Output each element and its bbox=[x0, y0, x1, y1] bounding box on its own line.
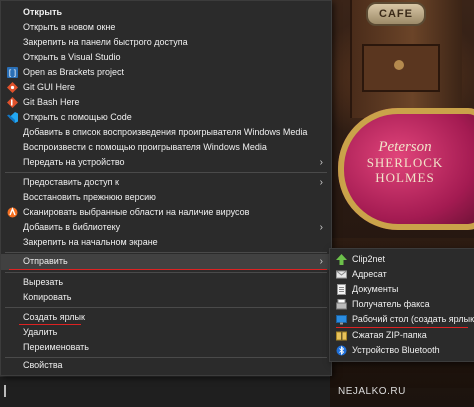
menu-item-label: Создать ярлык bbox=[23, 312, 85, 322]
documents-icon bbox=[336, 284, 347, 295]
tin-brand: Peterson bbox=[378, 139, 432, 155]
menu-item-open-visual-studio[interactable]: Открыть в Visual Studio bbox=[1, 50, 331, 65]
chevron-right-icon: › bbox=[319, 222, 323, 233]
menu-item-add-to-library[interactable]: Добавить в библиотеку › bbox=[1, 220, 331, 235]
submenu-item-documents[interactable]: Документы bbox=[330, 282, 474, 297]
submenu-item-fax-recipient[interactable]: Получатель факса bbox=[330, 297, 474, 312]
menu-item-git-gui[interactable]: Git GUI Here bbox=[1, 80, 331, 95]
submenu-item-bluetooth[interactable]: Устройство Bluetooth bbox=[330, 343, 474, 358]
menu-item-scan-viruses[interactable]: Сканировать выбранные области на наличие… bbox=[1, 205, 331, 220]
menu-item-label: Git Bash Here bbox=[23, 97, 80, 107]
menu-item-give-access[interactable]: Предоставить доступ к › bbox=[1, 175, 331, 190]
menu-item-label: Сканировать выбранные области на наличие… bbox=[23, 207, 250, 217]
send-to-submenu: Clip2net Адресат Документы Получатель фа… bbox=[329, 248, 474, 362]
menu-item-label: Удалить bbox=[23, 327, 58, 337]
chevron-right-icon: › bbox=[319, 177, 323, 188]
submenu-item-label: Сжатая ZIP-папка bbox=[352, 330, 427, 340]
submenu-item-zip-folder[interactable]: Сжатая ZIP-папка bbox=[330, 328, 474, 343]
menu-item-label: Закрепить на начальном экране bbox=[23, 237, 158, 247]
watermark: NEJALKO.RU bbox=[338, 386, 406, 397]
menu-item-play-wmp[interactable]: Воспроизвести с помощью проигрывателя Wi… bbox=[1, 140, 331, 155]
vscode-icon bbox=[7, 112, 18, 123]
menu-item-label: Открыть в Visual Studio bbox=[23, 52, 121, 62]
submenu-item-clip2net[interactable]: Clip2net bbox=[330, 252, 474, 267]
menu-item-create-shortcut[interactable]: Создать ярлык bbox=[1, 310, 331, 325]
menu-item-add-wmp-playlist[interactable]: Добавить в список воспроизведения проигр… bbox=[1, 125, 331, 140]
menu-item-label: Восстановить прежнюю версию bbox=[23, 192, 156, 202]
grinder-knob bbox=[394, 60, 404, 70]
menu-item-label: Передать на устройство bbox=[23, 157, 125, 167]
chevron-right-icon: › bbox=[319, 157, 323, 168]
menu-item-pin-quick-access[interactable]: Закрепить на панели быстрого доступа bbox=[1, 35, 331, 50]
menu-item-open-brackets[interactable]: [] Open as Brackets project bbox=[1, 65, 331, 80]
menu-item-label: Git GUI Here bbox=[23, 82, 76, 92]
menu-item-label: Вырезать bbox=[23, 277, 64, 287]
menu-item-open[interactable]: Открыть bbox=[1, 5, 331, 20]
menu-separator bbox=[5, 172, 327, 173]
fax-icon bbox=[336, 299, 347, 310]
menu-item-label: Закрепить на панели быстрого доступа bbox=[23, 37, 188, 47]
submenu-item-label: Рабочий стол (создать ярлык) bbox=[352, 314, 474, 324]
mail-recipient-icon bbox=[336, 269, 347, 280]
menu-item-properties[interactable]: Свойства bbox=[1, 358, 331, 373]
menu-item-label: Копировать bbox=[23, 292, 72, 302]
menu-item-label: Open as Brackets project bbox=[23, 67, 125, 77]
submenu-item-label: Получатель факса bbox=[352, 299, 430, 309]
taskbar-search-area[interactable] bbox=[0, 376, 330, 407]
menu-item-label: Открыть в новом окне bbox=[23, 22, 116, 32]
text-caret bbox=[4, 385, 6, 397]
submenu-item-label: Устройство Bluetooth bbox=[352, 345, 440, 355]
menu-item-label: Воспроизвести с помощью проигрывателя Wi… bbox=[23, 142, 267, 152]
menu-separator bbox=[5, 252, 327, 253]
tin-line-3: HOLMES bbox=[375, 170, 435, 185]
svg-text:[]: [] bbox=[8, 69, 18, 78]
menu-item-cast-to-device[interactable]: Передать на устройство › bbox=[1, 155, 331, 170]
menu-item-cut[interactable]: Вырезать bbox=[1, 275, 331, 290]
tin-line-2: SHERLOCK bbox=[366, 155, 444, 170]
menu-item-send-to[interactable]: Отправить › bbox=[1, 254, 331, 270]
menu-item-label: Переименовать bbox=[23, 342, 89, 352]
menu-item-label: Добавить в список воспроизведения проигр… bbox=[23, 127, 308, 137]
menu-item-label: Отправить bbox=[23, 256, 68, 266]
menu-item-label: Открыть с помощью Code bbox=[23, 112, 132, 122]
bluetooth-icon bbox=[336, 345, 347, 356]
submenu-item-label: Документы bbox=[352, 284, 399, 294]
menu-item-label: Предоставить доступ к bbox=[23, 177, 119, 187]
menu-item-pin-start[interactable]: Закрепить на начальном экране bbox=[1, 235, 331, 250]
menu-separator bbox=[5, 307, 327, 308]
menu-item-open-code[interactable]: Открыть с помощью Code bbox=[1, 110, 331, 125]
menu-item-rename[interactable]: Переименовать bbox=[1, 340, 331, 355]
zip-folder-icon bbox=[336, 330, 347, 341]
submenu-item-label: Адресат bbox=[352, 269, 387, 279]
menu-item-delete[interactable]: Удалить bbox=[1, 325, 331, 340]
clip2net-icon bbox=[336, 254, 347, 265]
menu-item-restore-previous[interactable]: Восстановить прежнюю версию bbox=[1, 190, 331, 205]
submenu-item-mail-recipient[interactable]: Адресат bbox=[330, 267, 474, 282]
chevron-right-icon: › bbox=[319, 256, 323, 267]
menu-item-label: Добавить в библиотеку bbox=[23, 222, 121, 232]
menu-item-label: Свойства bbox=[23, 360, 63, 370]
menu-item-copy[interactable]: Копировать bbox=[1, 290, 331, 305]
brackets-icon: [] bbox=[7, 67, 18, 78]
tobacco-tin-label: Peterson SHERLOCK HOLMES bbox=[350, 139, 460, 186]
avast-icon bbox=[7, 207, 18, 218]
annotation-underline bbox=[9, 269, 327, 270]
git-gui-icon bbox=[7, 82, 18, 93]
menu-item-open-new-window[interactable]: Открыть в новом окне bbox=[1, 20, 331, 35]
submenu-item-desktop-shortcut[interactable]: Рабочий стол (создать ярлык) bbox=[330, 312, 474, 327]
menu-item-git-bash[interactable]: Git Bash Here bbox=[1, 95, 331, 110]
menu-separator bbox=[5, 272, 327, 273]
context-menu: Открыть Открыть в новом окне Закрепить н… bbox=[0, 0, 332, 376]
submenu-item-label: Clip2net bbox=[352, 254, 386, 264]
menu-item-label: Открыть bbox=[23, 7, 63, 17]
git-bash-icon bbox=[7, 97, 18, 108]
cafe-sign: CAFE bbox=[366, 2, 426, 26]
desktop-icon bbox=[336, 314, 347, 325]
